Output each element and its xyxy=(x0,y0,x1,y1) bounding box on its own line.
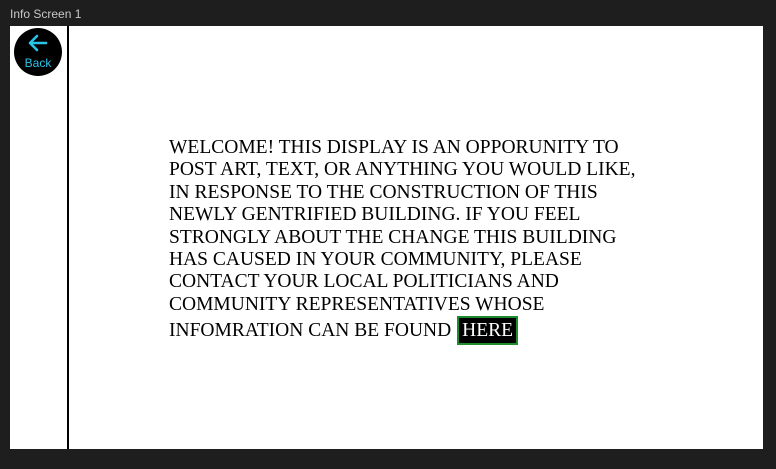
sidebar: Back xyxy=(10,26,69,449)
message-line: STRONGLY ABOUT THE CHANGE THIS BUILDING xyxy=(169,226,617,248)
message-line: WELCOME! THIS DISPLAY IS AN OPPORUNITY T… xyxy=(169,137,619,158)
message-line: COMMUNITY REPRESENTATIVES WHOSE xyxy=(169,293,545,315)
here-link-button[interactable]: HERE xyxy=(457,316,519,346)
message-last-line: INFOMRATION CAN BE FOUND HERE xyxy=(169,316,669,346)
back-button[interactable]: Back xyxy=(14,28,62,76)
message-line: CONTACT YOUR LOCAL POLITICIANS AND xyxy=(169,271,559,293)
arrow-left-icon xyxy=(28,34,48,52)
message-line: HAS CAUSED IN YOUR COMMUNITY, PLEASE xyxy=(169,249,582,271)
message-line: POST ART, TEXT, OR ANYTHING YOU WOULD LI… xyxy=(169,159,636,181)
message-line-text: INFOMRATION CAN BE FOUND xyxy=(169,320,452,342)
info-screen: Back WELCOME! THIS DISPLAY IS AN OPPORUN… xyxy=(10,26,763,449)
back-label: Back xyxy=(24,56,52,70)
welcome-message: WELCOME! THIS DISPLAY IS AN OPPORUNITY T… xyxy=(169,137,669,346)
message-line: IN RESPONSE TO THE CONSTRUCTION OF THIS xyxy=(169,181,598,203)
message-line: NEWLY GENTRIFIED BUILDING. IF YOU FEEL xyxy=(169,204,581,226)
frame-title: Info Screen 1 xyxy=(10,7,82,21)
